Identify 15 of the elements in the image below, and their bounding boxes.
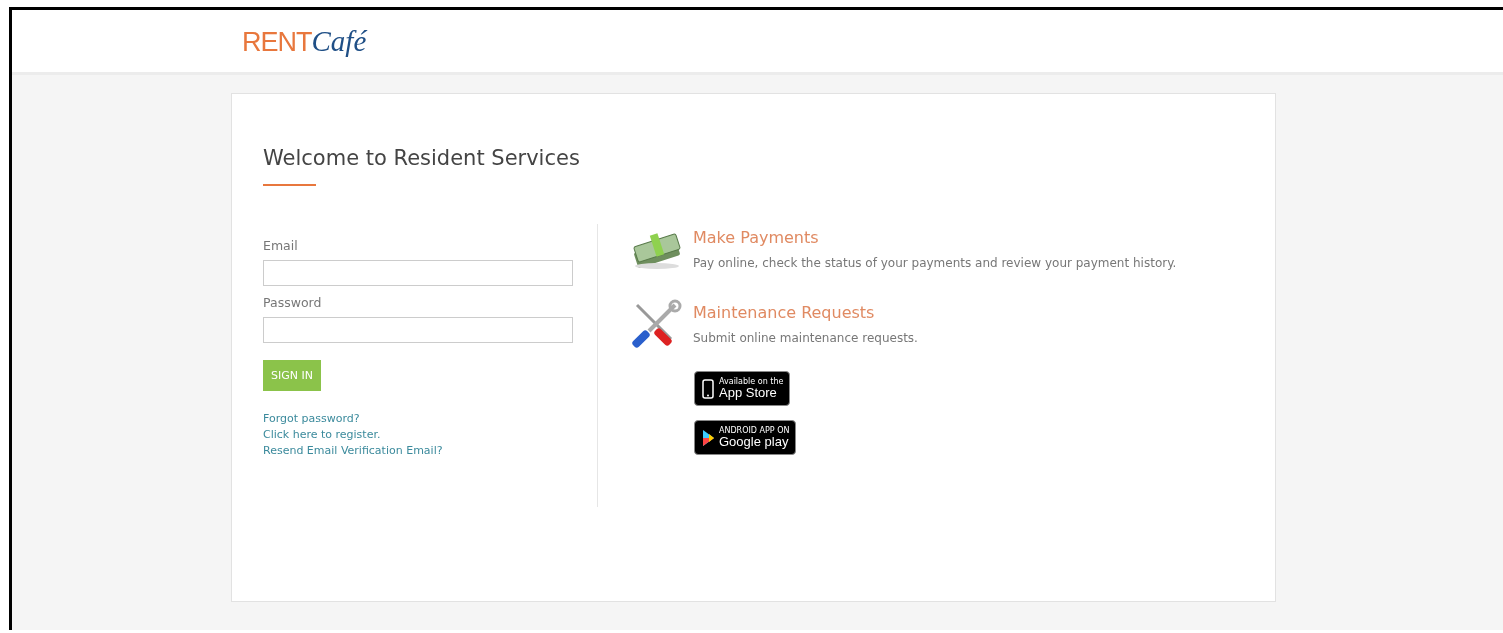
field-label: Email — [263, 238, 299, 253]
feature-title: Make Payments — [693, 228, 820, 247]
app-store-badge[interactable]: Available on the App Store — [694, 371, 791, 406]
feature-description: Submit online maintenance requests. — [693, 331, 918, 345]
page-title: Welcome to Resident Services — [263, 146, 581, 170]
email-field[interactable] — [263, 260, 573, 286]
field-label: Password — [263, 295, 323, 310]
password-field[interactable] — [263, 317, 573, 343]
google-play-badge[interactable]: ANDROID APP ON Google play — [694, 420, 797, 455]
link[interactable]: Resend Email Verification Email? — [263, 443, 573, 459]
link[interactable]: Forgot password? — [263, 411, 573, 427]
feature-title: Maintenance Requests — [693, 303, 876, 322]
logo[interactable]: RENTCafé — [242, 24, 367, 58]
link[interactable]: Click here to register. — [263, 427, 573, 443]
feature-description: Pay online, check the status of your payments and review your payment history. — [693, 256, 1177, 270]
